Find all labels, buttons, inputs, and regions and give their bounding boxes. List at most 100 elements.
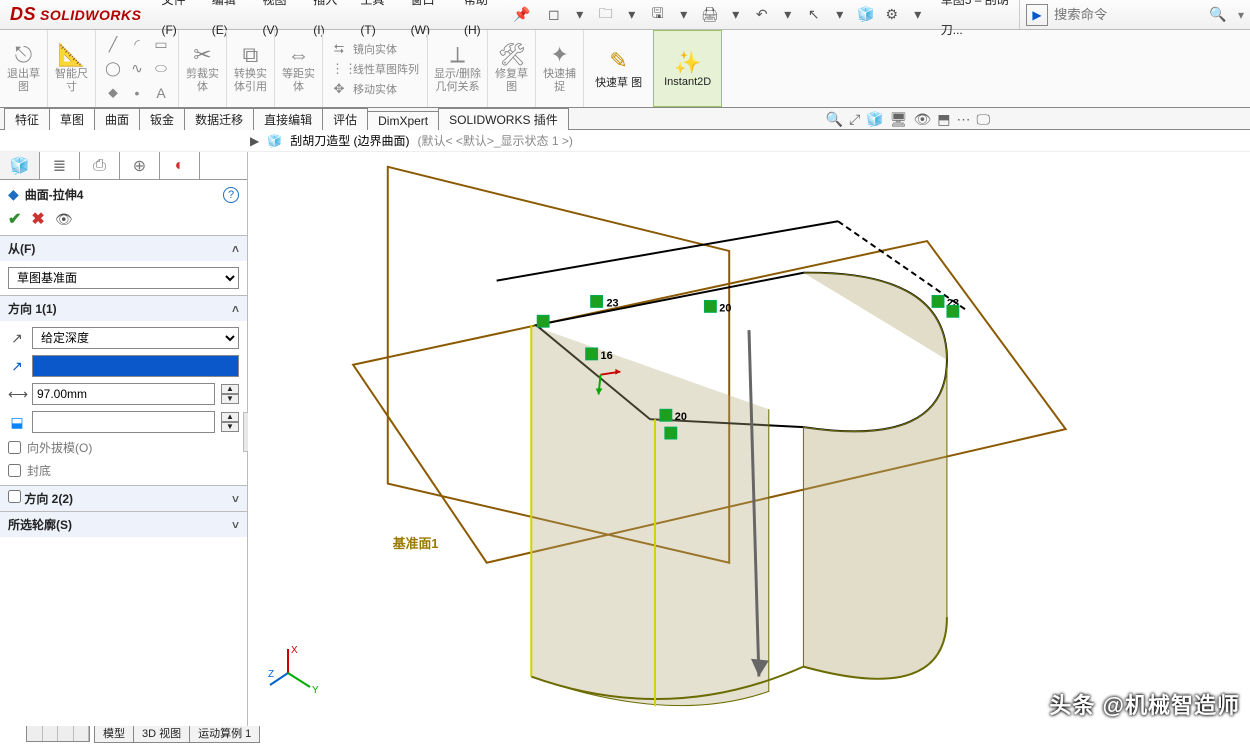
property-manager: 🧊 ≣ ⎙ ⊕ ◐ ◆ 曲面-拉伸4 ? ✔ ✖ 👁 从(F)˄ 草图基准面 方… [0,152,248,740]
smart-dimension-button[interactable]: 📐智能尺 寸 [48,30,96,107]
tab-sketch[interactable]: 草图 [49,108,95,130]
tab-data-migration[interactable]: 数据迁移 [184,108,254,130]
arc-icon: ◜ [126,34,148,56]
mirror-entities-button[interactable]: ⮀镜向实体 [331,41,419,57]
svg-text:16: 16 [601,350,613,362]
heads-up-toolbar[interactable]: 🔍⤢🧊🖥👁⬒⋯🖵 [826,108,990,130]
part-name: 刮胡刀造型 (边界曲面) [290,132,409,149]
point-icon: • [126,82,148,104]
help-icon[interactable]: ? [223,187,239,203]
feature-name: 曲面-拉伸4 [25,186,84,203]
options-icon[interactable]: ⚙ [883,6,901,23]
chevron-down-icon: ˅ [232,492,239,506]
direction-vector-icon[interactable]: ↗ [8,358,26,375]
dir1-end-condition-select[interactable]: 给定深度 [32,327,239,349]
ribbon: ⎋退出草 图 📐智能尺 寸 ╱◜▭ ◯∿⬭ ⬥•A ✂剪裁实 体 ⧉转换实 体引… [0,30,1250,108]
part-icon: 🧊 [267,134,282,148]
section-dir1-header[interactable]: 方向 1(1)˄ [0,296,247,321]
tab-evaluate[interactable]: 评估 [322,108,368,130]
print-icon[interactable]: 🖨 [701,6,719,23]
plane-label: 基准面1 [392,536,439,551]
linear-pattern-button[interactable]: ⋮⋮线性草图阵列 [331,61,419,77]
bottom-tab-3dview[interactable]: 3D 视图 [133,726,190,743]
depth-icon: ⟷ [8,386,26,403]
chevron-down-icon: ˅ [232,518,239,532]
search-input[interactable] [1054,4,1204,26]
pm-tab-appearance[interactable]: ◐ [160,152,200,179]
chevron-up-icon: ˄ [232,242,239,256]
tab-sheetmetal[interactable]: 钣金 [139,108,185,130]
bottom-tab-motion[interactable]: 运动算例 1 [189,726,260,743]
save-icon[interactable]: 🖫 [649,3,667,27]
tab-surfaces[interactable]: 曲面 [94,108,140,130]
quick-snap-button[interactable]: ✦快速捕 捉 [536,30,584,107]
svg-text:20: 20 [675,411,687,423]
motion-tabs: 模型 3D 视图 运动算例 1 [26,726,259,744]
section-from-header[interactable]: 从(F)˄ [0,236,247,261]
repair-sketch-button[interactable]: 🛠修复草 图 [488,30,536,107]
instant2d-button[interactable]: ✨Instant2D [653,30,722,107]
tab-nav-buttons[interactable] [26,726,90,742]
tab-direct-edit[interactable]: 直接编辑 [253,108,323,130]
relations-button[interactable]: ⟂显示/删除 几何关系 [428,30,488,107]
reverse-dir-icon[interactable]: ↗ [8,330,26,347]
pm-tab-feature[interactable]: 🧊 [0,152,40,179]
draft-icon[interactable]: ⬓ [8,414,26,431]
svg-text:Z: Z [268,669,274,680]
open-icon[interactable]: 🗀 [597,3,615,27]
trim-button[interactable]: ✂剪裁实 体 [179,30,227,107]
tab-addins[interactable]: SOLIDWORKS 插件 [438,108,569,130]
expand-tree-icon[interactable]: ▶ [250,134,259,148]
ellipse-icon: ⬥ [102,82,124,104]
chevron-up-icon: ˄ [232,302,239,316]
tab-dimxpert[interactable]: DimXpert [367,111,439,130]
document-title: 草图5 – 刮胡刀... [933,0,1019,45]
direction-reference-input[interactable] [32,355,239,377]
search-icon[interactable]: 🔍 [1204,6,1232,23]
svg-text:23: 23 [606,297,618,309]
command-tabs: 特征 草图 曲面 钣金 数据迁移 直接编辑 评估 DimXpert SOLIDW… [0,108,1250,130]
exit-sketch-button[interactable]: ⎋退出草 图 [0,30,48,107]
feature-breadcrumb[interactable]: ▶ 🧊 刮胡刀造型 (边界曲面) (默认< <默认>_显示状态 1 >) [0,130,1250,152]
move-entities-button[interactable]: ✥移动实体 [331,81,419,97]
offset-entities-button[interactable]: ⇔等距实 体 [275,30,323,107]
line-icon: ╱ [102,34,124,56]
convert-entities-button[interactable]: ⧉转换实 体引用 [227,30,275,107]
tab-features[interactable]: 特征 [4,108,50,130]
cancel-button[interactable]: ✖ [31,209,44,229]
bottom-tab-model[interactable]: 模型 [94,726,134,743]
draft-outward-checkbox[interactable]: 向外拔模(O) [8,439,239,456]
pm-tab-config[interactable]: ≣ [40,152,80,179]
zoom-fit-icon: 🔍 [826,111,843,128]
zoom-area-icon: ⤢ [849,111,860,128]
depth-input[interactable] [32,383,215,405]
cap-end-checkbox[interactable]: 封底 [8,462,239,479]
graphics-viewport[interactable]: 基准面1 23 20 16 20 23 X [248,152,1250,726]
rebuild-icon[interactable]: 🧊 [857,6,875,23]
sketch-tools-grid[interactable]: ╱◜▭ ◯∿⬭ ⬥•A [102,34,172,104]
pin-icon[interactable]: 📌 [505,6,538,23]
circle-icon: ◯ [102,58,124,80]
rapid-sketch-button[interactable]: ✎快速草 图 [584,30,653,107]
section-contours-header[interactable]: 所选轮廓(S)˅ [0,512,247,537]
depth-spinner[interactable]: ▲▼ [221,384,239,404]
dir2-enable-checkbox[interactable] [8,490,21,503]
svg-text:X: X [291,645,298,656]
select-icon[interactable]: ↖ [805,6,823,23]
ok-button[interactable]: ✔ [8,209,21,229]
from-condition-select[interactable]: 草图基准面 [8,267,239,289]
preview-icon[interactable]: 👁 [55,211,73,228]
draft-spinner[interactable]: ▲▼ [221,412,239,432]
feature-icon: ◆ [8,186,19,203]
pm-tab-dim[interactable]: ⊕ [120,152,160,179]
section-dir2-header[interactable]: 方向 2(2) ˅ [0,486,247,511]
slot-icon: ⬭ [150,58,172,80]
part-config: (默认< <默认>_显示状态 1 >) [418,132,573,149]
rect-icon: ▭ [150,34,172,56]
orientation-triad[interactable]: X Y Z [268,643,328,706]
pm-tab-display[interactable]: ⎙ [80,152,120,179]
undo-icon[interactable]: ↶ [753,6,771,23]
search-scope-icon[interactable]: ▶ [1026,4,1048,26]
draft-angle-input[interactable] [32,411,215,433]
new-icon[interactable]: ◻ [545,6,563,23]
